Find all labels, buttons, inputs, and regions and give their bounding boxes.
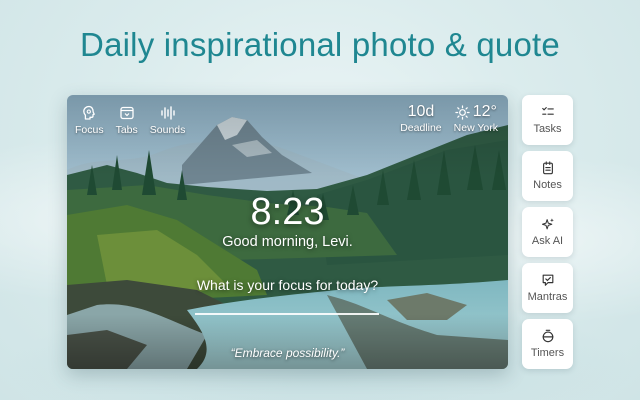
sidebar-item-mantras[interactable]: Mantras bbox=[522, 263, 573, 313]
toolbar-item-label: Sounds bbox=[149, 124, 186, 136]
focus-prompt: What is your focus for today? bbox=[196, 277, 379, 293]
timer-icon bbox=[542, 329, 553, 343]
daily-quote: “Embrace possibility.” bbox=[230, 346, 345, 360]
deadline-label: Deadline bbox=[400, 122, 442, 134]
checklist-icon bbox=[541, 107, 554, 115]
sidebar-item-ask-ai[interactable]: Ask AI bbox=[522, 207, 573, 257]
toolbar-item-label: Tabs bbox=[115, 124, 138, 136]
chat-check-icon bbox=[542, 274, 553, 286]
toolbar-item-tabs[interactable]: Tabs bbox=[116, 105, 138, 136]
status-widgets: 10d Deadline 12° New York bbox=[400, 103, 498, 134]
preview-overlay: Focus Tabs Sounds 10d Deadline 12° New Y… bbox=[67, 95, 508, 369]
notepad-icon bbox=[542, 161, 553, 175]
soundwave-icon bbox=[160, 106, 175, 120]
weather-location: New York bbox=[453, 122, 498, 134]
weather-temperature: 12° bbox=[472, 103, 497, 120]
clock: 8:23 bbox=[250, 191, 325, 233]
toolbar-item-focus[interactable]: Focus bbox=[75, 105, 104, 136]
greeting: Good morning, Levi. bbox=[222, 234, 353, 250]
tabs-icon bbox=[120, 106, 134, 120]
sidebar-item-label: Ask AI bbox=[531, 235, 564, 247]
focus-input[interactable] bbox=[195, 309, 379, 315]
weather-widget[interactable]: 12° New York bbox=[454, 103, 498, 134]
sidebar-item-timers[interactable]: Timers bbox=[522, 319, 573, 369]
new-tab-preview: Focus Tabs Sounds 10d Deadline 12° New Y… bbox=[67, 95, 508, 369]
toolbar-item-label: Focus bbox=[75, 124, 104, 136]
head-icon bbox=[83, 105, 96, 120]
toolbar: Focus Tabs Sounds bbox=[75, 105, 185, 136]
deadline-widget[interactable]: 10d Deadline bbox=[400, 103, 441, 134]
toolbar-item-sounds[interactable]: Sounds bbox=[149, 105, 186, 136]
sidebar-item-label: Notes bbox=[533, 179, 562, 191]
sidebar: Tasks Notes Ask AI Mantras Timers bbox=[522, 95, 573, 375]
sidebar-item-tasks[interactable]: Tasks bbox=[522, 95, 573, 145]
sparkle-icon bbox=[541, 218, 554, 230]
sidebar-item-label: Tasks bbox=[533, 123, 562, 135]
sidebar-item-label: Timers bbox=[530, 347, 565, 359]
sidebar-item-notes[interactable]: Notes bbox=[522, 151, 573, 201]
sidebar-item-label: Mantras bbox=[527, 291, 568, 303]
sun-icon bbox=[455, 104, 470, 120]
page-headline: Daily inspirational photo & quote bbox=[80, 26, 560, 63]
deadline-value: 10d bbox=[407, 103, 435, 120]
